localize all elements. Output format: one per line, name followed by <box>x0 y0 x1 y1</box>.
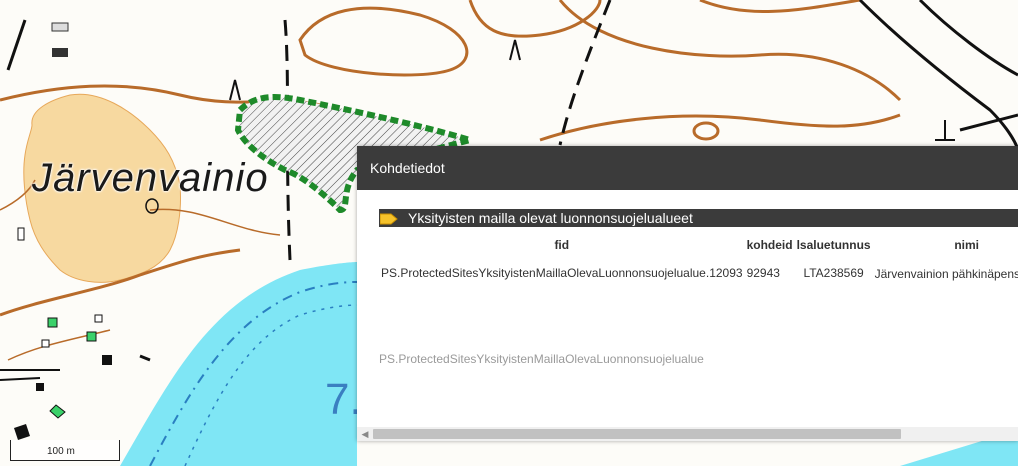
scale-label: 100 m <box>47 446 75 457</box>
feature-info-popup: Kohdetiedot Yksityisten mailla olevat lu… <box>357 146 1018 441</box>
scale-bar: 100 m <box>10 440 120 461</box>
layer-name-text: PS.ProtectedSitesYksityistenMaillaOlevaL… <box>379 352 704 366</box>
column-header-kohdeid: kohdeid <box>746 238 793 252</box>
table-row: PS.ProtectedSitesYksityistenMaillaOlevaL… <box>379 266 1018 283</box>
popup-header[interactable]: Kohdetiedot <box>357 146 1018 190</box>
feature-table: fid kohdeid lsaluetunnus nimi PS.Protect… <box>379 236 1018 283</box>
cell-fid: PS.ProtectedSitesYksityistenMaillaOlevaL… <box>381 266 743 280</box>
column-header-fid: fid <box>554 238 570 252</box>
cell-lsaluetunnus: LTA238569 <box>803 266 864 280</box>
layer-title-bar: Yksityisten mailla olevat luonnonsuojelu… <box>379 209 1018 227</box>
column-header-lsaluetunnus: lsaluetunnus <box>796 238 871 252</box>
lake <box>120 262 357 466</box>
table-header-row: fid kohdeid lsaluetunnus nimi <box>379 236 1018 266</box>
place-name-label: Järvenvainio <box>32 156 269 200</box>
scrollbar-thumb[interactable] <box>373 429 901 439</box>
popup-title: Kohdetiedot <box>370 160 445 176</box>
horizontal-scrollbar[interactable]: ◀ <box>357 427 1018 441</box>
column-header-nimi: nimi <box>954 238 979 252</box>
cell-nimi: Järvenvainion pähkinäpensaslehto <box>874 267 1018 281</box>
folder-icon <box>379 212 398 225</box>
layer-title: Yksityisten mailla olevat luonnonsuojelu… <box>408 210 693 226</box>
scroll-left-icon[interactable]: ◀ <box>360 427 370 441</box>
cell-kohdeid: 92943 <box>746 266 780 280</box>
